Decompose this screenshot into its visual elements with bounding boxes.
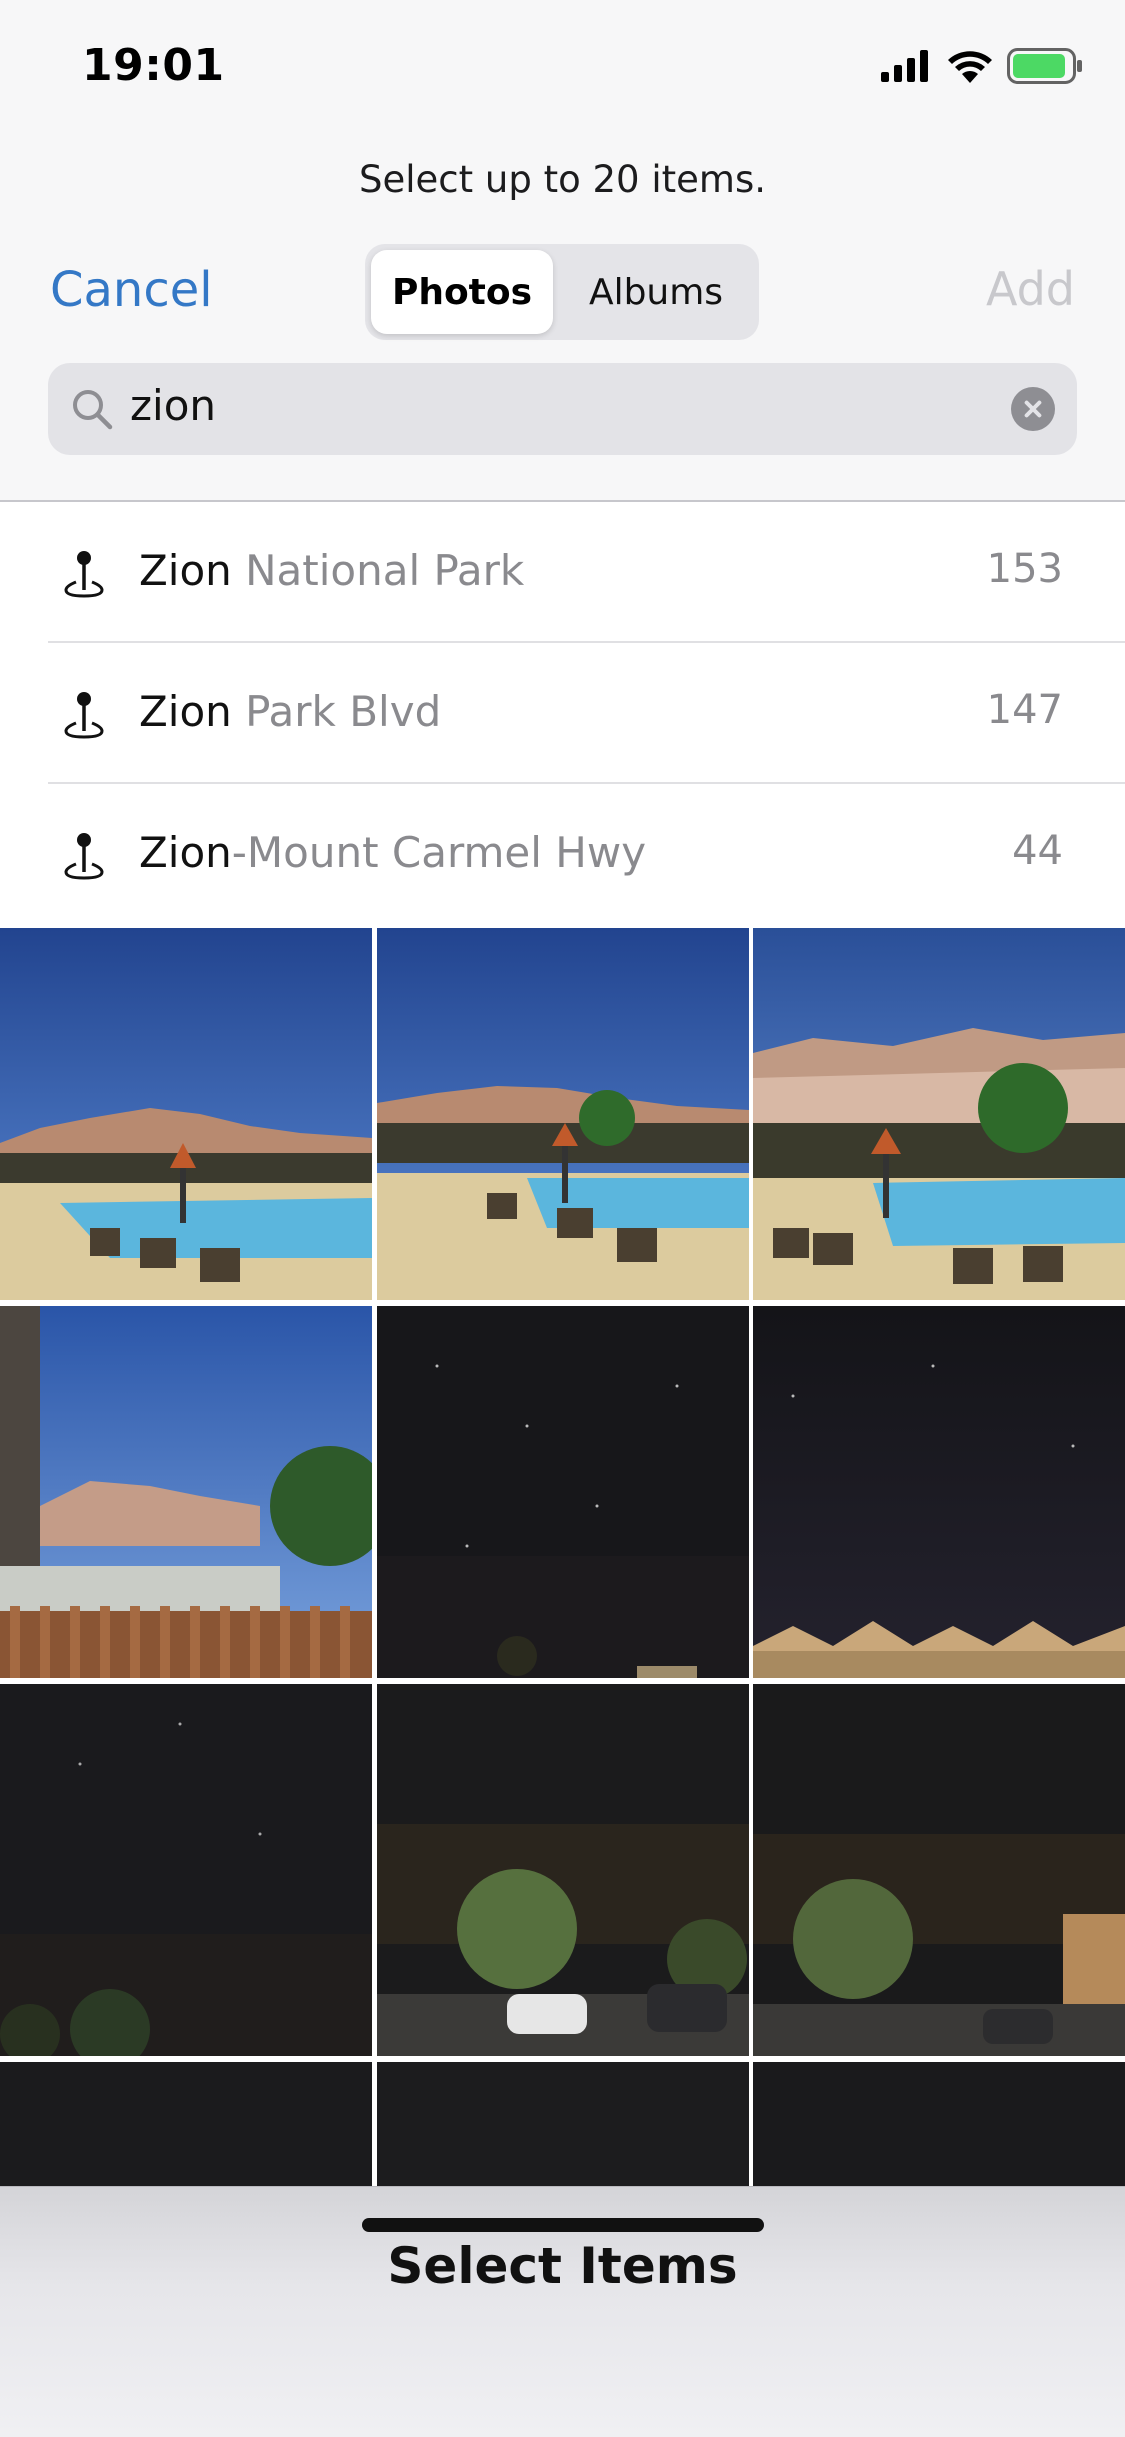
photo-thumbnail[interactable] bbox=[377, 2062, 749, 2195]
suggestion-match: Zion bbox=[139, 687, 232, 736]
search-field[interactable]: zion bbox=[48, 363, 1077, 455]
wifi-icon bbox=[948, 51, 992, 83]
suggestion-label: Zion Park Blvd bbox=[139, 687, 441, 736]
add-button[interactable]: Add bbox=[986, 262, 1075, 316]
photo-thumbnail[interactable] bbox=[0, 1306, 372, 1678]
battery-icon bbox=[1007, 48, 1082, 84]
photo-thumbnail[interactable] bbox=[0, 2062, 372, 2195]
photo-thumbnail[interactable] bbox=[753, 1306, 1125, 1678]
suggestion-count: 147 bbox=[986, 687, 1063, 733]
suggestion-match: Zion bbox=[139, 828, 232, 877]
signal-icon bbox=[881, 50, 928, 82]
photo-thumbnail[interactable] bbox=[753, 1684, 1125, 2056]
clear-search-icon[interactable] bbox=[1011, 387, 1055, 431]
photo-image bbox=[0, 1306, 372, 1678]
location-pin-icon bbox=[64, 692, 104, 739]
photo-image bbox=[753, 1684, 1125, 2056]
photo-image bbox=[0, 2062, 372, 2195]
status-icons bbox=[881, 46, 1083, 86]
home-indicator[interactable] bbox=[362, 2218, 764, 2232]
suggestion-rest: -Mount Carmel Hwy bbox=[231, 828, 647, 877]
location-suggestions: Zion National Park 153 Zion Park Blvd 14… bbox=[0, 502, 1125, 925]
suggestion-count: 153 bbox=[986, 546, 1063, 592]
photo-image bbox=[753, 1306, 1125, 1678]
picker-header: 19:01 Select up to 20 items. Cancel Phot… bbox=[0, 0, 1125, 502]
selection-limit-text: Select up to 20 items. bbox=[359, 158, 766, 201]
photo-image bbox=[0, 928, 372, 1300]
tab-albums[interactable]: Albums bbox=[559, 250, 753, 334]
location-pin-icon bbox=[64, 833, 104, 880]
status-time: 19:01 bbox=[82, 40, 225, 91]
photo-image bbox=[753, 2062, 1125, 2195]
suggestion-count: 44 bbox=[1012, 828, 1063, 874]
photo-image bbox=[377, 928, 749, 1300]
photo-thumbnail[interactable] bbox=[377, 928, 749, 1300]
suggestion-label: Zion-Mount Carmel Hwy bbox=[139, 828, 646, 877]
photo-image bbox=[377, 1306, 749, 1678]
suggestion-match: Zion bbox=[139, 546, 232, 595]
cancel-button[interactable]: Cancel bbox=[50, 262, 213, 318]
suggestion-rest: Park Blvd bbox=[231, 687, 442, 736]
photo-image bbox=[753, 928, 1125, 1300]
photos-albums-segmented-control: Photos Albums bbox=[365, 244, 759, 340]
suggestion-rest: National Park bbox=[231, 546, 525, 595]
suggestion-label: Zion National Park bbox=[139, 546, 524, 595]
photo-thumbnail[interactable] bbox=[377, 1306, 749, 1678]
tab-photos[interactable]: Photos bbox=[371, 250, 553, 334]
photo-thumbnail[interactable] bbox=[753, 928, 1125, 1300]
photo-grid bbox=[0, 925, 1125, 2195]
photo-thumbnail[interactable] bbox=[0, 928, 372, 1300]
photo-thumbnail[interactable] bbox=[753, 2062, 1125, 2195]
search-icon bbox=[73, 390, 113, 430]
photo-image bbox=[0, 1684, 372, 2056]
location-pin-icon bbox=[64, 551, 104, 598]
suggestion-zion-national-park[interactable]: Zion National Park 153 bbox=[0, 502, 1125, 643]
suggestion-zion-mount-carmel-hwy[interactable]: Zion-Mount Carmel Hwy 44 bbox=[0, 784, 1125, 925]
suggestion-zion-park-blvd[interactable]: Zion Park Blvd 147 bbox=[0, 643, 1125, 784]
search-input[interactable]: zion bbox=[130, 381, 216, 430]
photo-thumbnail[interactable] bbox=[377, 1684, 749, 2056]
photo-thumbnail[interactable] bbox=[0, 1684, 372, 2056]
select-items-button[interactable]: Select Items bbox=[0, 2237, 1125, 2295]
photo-image bbox=[377, 2062, 749, 2195]
photo-image bbox=[377, 1684, 749, 2056]
